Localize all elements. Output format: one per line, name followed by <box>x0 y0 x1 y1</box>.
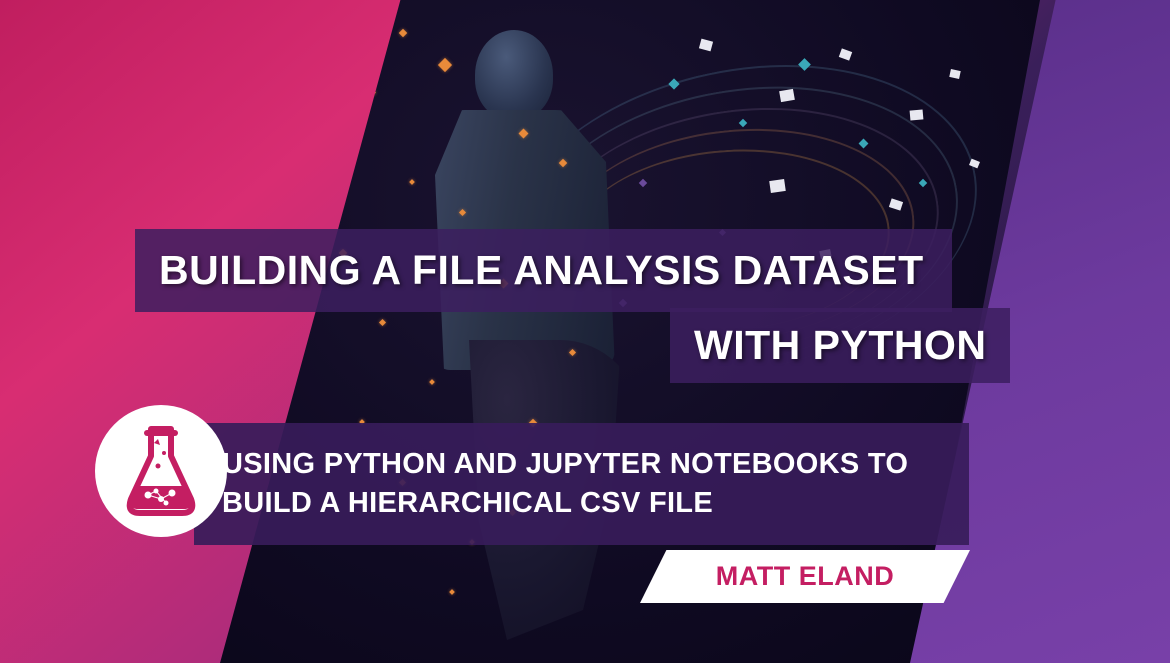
flask-icon <box>116 421 206 521</box>
author-name: MATT ELAND <box>640 561 970 592</box>
title-line-2-box: WITH PYTHON <box>670 308 1010 383</box>
title-line-1: BUILDING A FILE ANALYSIS DATASET <box>159 247 924 294</box>
author-tag: MATT ELAND <box>640 550 970 603</box>
logo-badge <box>95 405 227 537</box>
subtitle-box: USING PYTHON AND JUPYTER NOTEBOOKS TO BU… <box>194 423 969 545</box>
title-line-2: WITH PYTHON <box>694 322 986 369</box>
title-line-1-box: BUILDING A FILE ANALYSIS DATASET <box>135 229 952 312</box>
subtitle-text: USING PYTHON AND JUPYTER NOTEBOOKS TO BU… <box>222 445 941 523</box>
